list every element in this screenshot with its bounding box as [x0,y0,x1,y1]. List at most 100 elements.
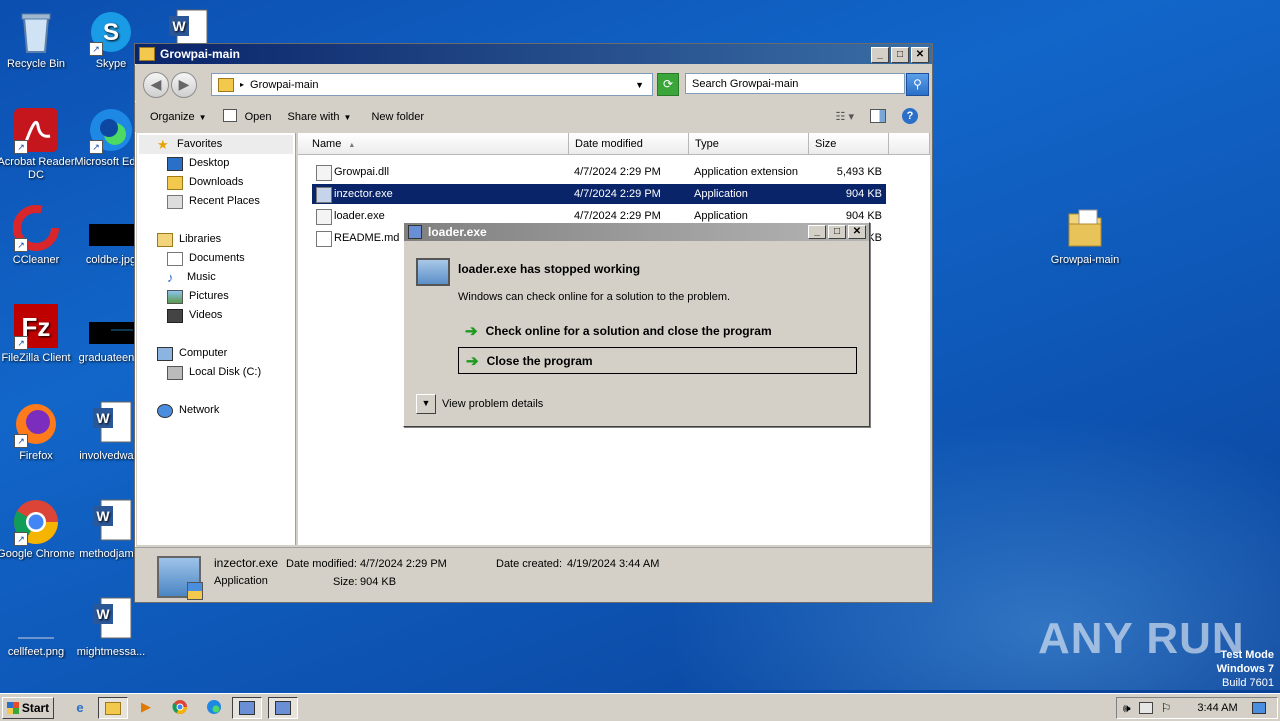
desktop-icon-ccleaner[interactable]: ↗ CCleaner [0,204,75,267]
desktop-icon-chrome[interactable]: ↗ Google Chrome [0,498,75,561]
nav-libraries[interactable]: Libraries [157,230,221,249]
filezilla-icon: Fz ↗ [12,302,60,350]
new-folder-button[interactable]: New folder [363,106,432,128]
green-arrow-icon: ➔ [466,352,479,370]
nav-favorites[interactable]: ★ Favorites [139,135,293,154]
error-dialog[interactable]: loader.exe _ □ ✕ loader.exe has stopped … [403,222,870,427]
taskbar-app-icon[interactable] [268,697,298,719]
pictures-icon [167,289,183,304]
dialog-close-button[interactable]: ✕ [848,225,866,239]
dialog-title: loader.exe [428,225,487,239]
search-icon[interactable]: ⚲ [906,73,929,96]
skype-icon: S ↗ [87,8,135,56]
nav-videos[interactable]: Videos [167,306,222,325]
firefox-icon: ↗ [12,400,60,448]
share-with-button[interactable]: Share with ▼ [280,106,360,128]
nav-recent-places[interactable]: Recent Places [167,192,260,211]
close-button[interactable]: ✕ [911,47,929,63]
ccleaner-icon: ↗ [12,204,60,252]
nav-network[interactable]: Network [157,401,219,420]
address-path: Growpai-main [250,78,319,91]
desktop-icon-mightmessa[interactable]: W mightmessa... [72,596,150,659]
address-bar-area: ◀ ▶ ▸ Growpai-main ▼ ⟳ Search Growpai-ma… [135,65,932,101]
window-title: Growpai-main [160,47,241,61]
help-icon[interactable]: ? [902,108,918,124]
word-document-icon: W [87,400,135,448]
computer-icon [157,346,173,361]
back-button[interactable]: ◀ [143,72,169,98]
show-desktop-icon[interactable] [1251,702,1266,714]
navigation-pane: ★ Favorites Desktop Downloads Recent Pla… [137,133,296,545]
folder-icon [139,47,155,61]
command-toolbar: Organize ▼ Open Share with ▼ New folder ☷ … [135,102,932,132]
videos-icon [167,308,183,323]
nav-local-disk[interactable]: Local Disk (C:) [167,363,261,382]
taskbar-edge-icon[interactable] [200,697,228,717]
dialog-heading: loader.exe has stopped working [458,262,641,276]
folder-icon [218,77,234,92]
forward-button[interactable]: ▶ [171,72,197,98]
explorer-titlebar[interactable]: Growpai-main [135,44,932,64]
details-date-created: 4/19/2024 3:44 AM [567,558,660,570]
volume-icon[interactable]: 🕪 [1123,701,1131,716]
nav-music[interactable]: ♪ Music [167,268,216,287]
dialog-minimize-button[interactable]: _ [808,225,826,239]
expand-details-button[interactable]: ▼ [416,394,436,414]
column-header-type[interactable]: Type [689,133,809,155]
taskbar-media-player-icon[interactable]: ▶ [132,697,160,717]
desktop-icon-cellfeet[interactable]: cellfeet.png [0,596,75,659]
taskbar-ie-icon[interactable]: e [66,697,94,717]
desktop-icon-growpai-folder[interactable]: Growpai-main [1046,204,1124,267]
network-icon [157,403,173,418]
nav-desktop[interactable]: Desktop [167,154,229,173]
image-thumbnail-icon [12,596,60,644]
view-problem-details-link[interactable]: View problem details [442,398,543,410]
details-file-name: inzector.exe [214,556,279,570]
start-button[interactable]: Start [2,697,54,719]
text-file-icon [316,231,332,247]
svg-text:W: W [96,606,110,622]
desktop-icon-filezilla[interactable]: Fz ↗ FileZilla Client [0,302,75,365]
clock[interactable]: 3:44 AM [1197,702,1237,714]
nav-computer[interactable]: Computer [157,344,227,363]
exe-file-icon [157,556,203,600]
column-header-date[interactable]: Date modified [569,133,689,155]
maximize-button[interactable]: □ [891,47,909,63]
taskbar-app-icon[interactable] [232,697,262,719]
desktop-icon-firefox[interactable]: ↗ Firefox [0,400,75,463]
taskbar-chrome-icon[interactable] [166,697,194,717]
refresh-icon[interactable]: ⟳ [657,73,679,96]
downloads-icon [167,175,183,190]
organize-button[interactable]: Organize ▼ [142,106,215,128]
nav-documents[interactable]: Documents [167,249,245,268]
word-document-icon: W [87,596,135,644]
anyrun-watermark: ANY RUN [1038,614,1245,663]
minimize-button[interactable]: _ [871,47,889,63]
check-online-button[interactable]: ➔ Check online for a solution and close … [458,317,857,344]
action-center-flag-icon[interactable]: ⚐ [1161,701,1172,715]
open-button[interactable]: Open [215,106,280,128]
file-row-selected[interactable]: inzector.exe 4/7/2024 2:29 PM Applicatio… [312,184,886,204]
nav-pictures[interactable]: Pictures [167,287,229,306]
dialog-titlebar[interactable]: loader.exe [404,223,869,241]
column-header-name[interactable]: Name ▲ [298,133,569,155]
preview-pane-icon[interactable] [870,109,886,123]
taskbar-explorer-icon[interactable] [98,697,128,719]
image-thumbnail-icon [87,302,135,350]
libraries-icon [157,232,173,247]
desktop-icon-acrobat[interactable]: ↗ Acrobat Reader DC [0,106,75,182]
dialog-maximize-button[interactable]: □ [828,225,846,239]
nav-downloads[interactable]: Downloads [167,173,243,192]
column-header-size[interactable]: Size [809,133,889,155]
view-options-icon[interactable]: ☷ ▾ [836,110,854,123]
taskbar: Start e ▶ 🕪 ⚐ 3:44 AM [0,693,1280,721]
address-dropdown-icon[interactable]: ▼ [635,80,644,90]
file-row[interactable]: Growpai.dll 4/7/2024 2:29 PM Application… [312,162,886,182]
word-document-icon: W [87,498,135,546]
star-icon: ★ [157,136,169,152]
close-program-button[interactable]: ➔ Close the program [458,347,857,374]
address-field[interactable]: ▸ Growpai-main ▼ [211,73,653,96]
search-input[interactable]: Search Growpai-main [685,73,905,94]
desktop-icon-recycle-bin[interactable]: Recycle Bin [0,8,75,71]
network-icon[interactable] [1138,702,1153,714]
